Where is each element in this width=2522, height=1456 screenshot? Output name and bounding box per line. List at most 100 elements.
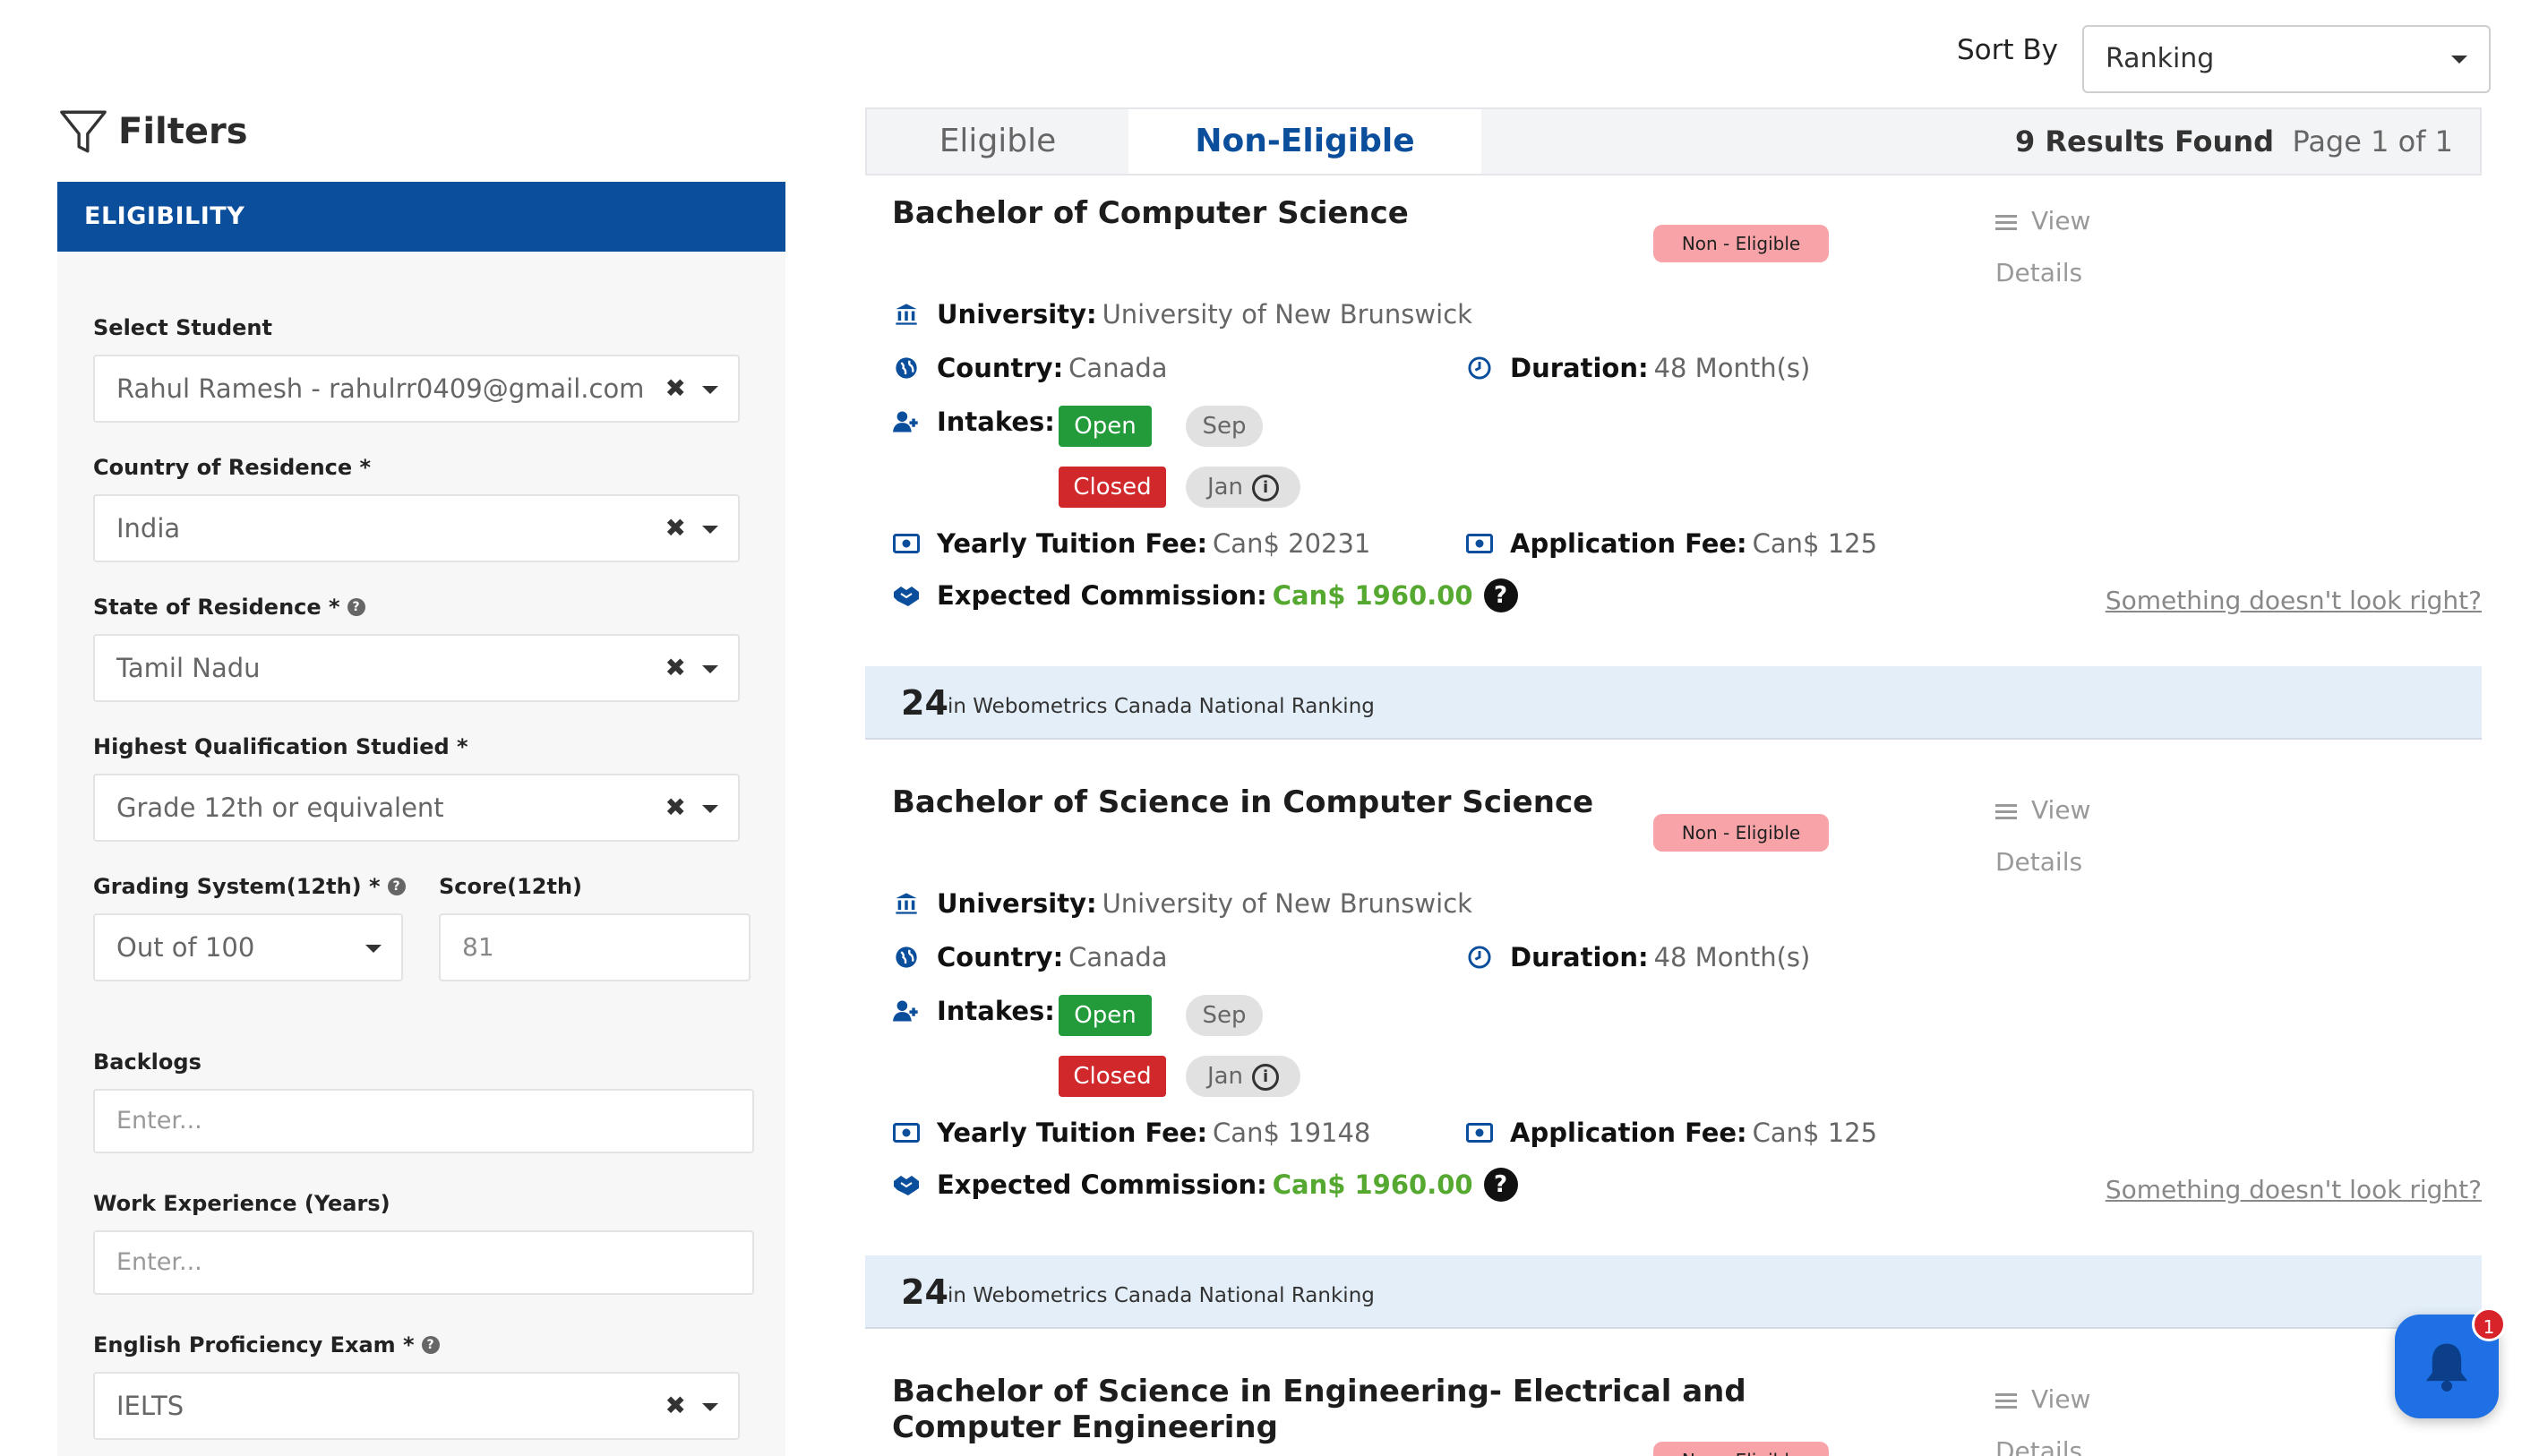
- question-icon[interactable]: ?: [1483, 578, 1518, 612]
- state-of-residence-value: Tamil Nadu: [116, 653, 261, 683]
- intake-closed-badge: Closed: [1059, 467, 1166, 508]
- view-details-link[interactable]: View Details: [1995, 195, 2090, 299]
- report-issue-link[interactable]: Something doesn't look right?: [2106, 586, 2482, 615]
- commission-value: Can$ 1960.00: [1272, 1169, 1473, 1200]
- chevron-down-icon[interactable]: [365, 945, 382, 953]
- english-exam-value: IELTS: [116, 1391, 184, 1421]
- score-input[interactable]: 81: [439, 913, 751, 981]
- country-row: Country: Canada: [892, 353, 1168, 383]
- user-plus-icon: [892, 409, 921, 434]
- program-title[interactable]: Bachelor of Science in Engineering- Elec…: [892, 1374, 1746, 1445]
- bell-icon: [2425, 1343, 2468, 1392]
- duration-row: Duration: 48 Month(s): [1465, 353, 1810, 383]
- work-experience-label-text: Work Experience (Years): [93, 1191, 390, 1216]
- program-title-line: Bachelor of Science in Engineering- Elec…: [892, 1374, 1746, 1409]
- select-student-dropdown[interactable]: Rahul Ramesh - rahulrr0409@gmail.com ✖: [93, 355, 740, 423]
- intake-month-text: Jan: [1206, 474, 1244, 501]
- university-row: University: University of New Brunswick: [892, 888, 1472, 919]
- details-label: Details: [1995, 1436, 2083, 1456]
- report-issue-link[interactable]: Something doesn't look right?: [2106, 1175, 2482, 1204]
- english-exam-dropdown[interactable]: IELTS ✖: [93, 1372, 740, 1440]
- commission-row: Expected Commission: Can$ 1960.00 ?: [892, 1168, 1518, 1202]
- question-icon[interactable]: ?: [1483, 1168, 1518, 1202]
- grading-system-dropdown[interactable]: Out of 100: [93, 913, 403, 981]
- tuition-row: Yearly Tuition Fee: Can$ 19148: [892, 1118, 1370, 1148]
- clear-icon[interactable]: ✖: [665, 496, 686, 561]
- help-icon[interactable]: ?: [421, 1336, 440, 1354]
- eligibility-section-header[interactable]: ELIGIBILITY: [57, 182, 785, 252]
- view-details-link[interactable]: View Details: [1995, 1374, 2090, 1456]
- chevron-down-icon[interactable]: [702, 805, 718, 813]
- rank-text: in Webometrics Canada National Ranking: [948, 695, 1375, 718]
- view-details-link[interactable]: View Details: [1995, 784, 2090, 888]
- view-label: View: [2031, 1384, 2091, 1414]
- ranking-bar: 24 in Webometrics Canada National Rankin…: [865, 1255, 2482, 1329]
- commission-value: Can$ 1960.00: [1272, 580, 1473, 611]
- intake-month-badge: Jan i: [1186, 1056, 1300, 1097]
- program-title[interactable]: Bachelor of Computer Science: [892, 195, 1409, 231]
- country-of-residence-label-text: Country of Residence *: [93, 455, 372, 480]
- chevron-down-icon[interactable]: [702, 665, 718, 673]
- country-row: Country: Canada: [892, 942, 1168, 972]
- application-fee-row: Application Fee: Can$ 125: [1465, 528, 1877, 559]
- score-label-text: Score(12th): [439, 874, 583, 899]
- info-icon[interactable]: i: [1252, 474, 1280, 501]
- notification-button[interactable]: 1: [2395, 1307, 2506, 1418]
- grading-system-label: Grading System(12th) * ?: [93, 874, 406, 899]
- country-label: Country:: [937, 353, 1064, 383]
- money-icon: [1465, 534, 1494, 553]
- clear-icon[interactable]: ✖: [665, 1374, 686, 1438]
- tuition-value: Can$ 19148: [1213, 1118, 1371, 1148]
- intake-open-badge: Open: [1059, 995, 1152, 1036]
- filter-icon: [60, 110, 107, 153]
- grading-system-value: Out of 100: [116, 932, 255, 963]
- highest-qualification-label-text: Highest Qualification Studied *: [93, 734, 468, 759]
- chevron-down-icon[interactable]: [702, 386, 718, 394]
- program-card: Bachelor of Computer Science Non - Eligi…: [865, 176, 2482, 764]
- duration-label: Duration:: [1510, 353, 1649, 383]
- sort-by-label: Sort By: [1957, 34, 2059, 66]
- clock-icon: [1465, 355, 1494, 381]
- tuition-row: Yearly Tuition Fee: Can$ 20231: [892, 528, 1370, 559]
- country-of-residence-label: Country of Residence *: [93, 455, 371, 480]
- state-of-residence-dropdown[interactable]: Tamil Nadu ✖: [93, 634, 740, 702]
- country-of-residence-dropdown[interactable]: India ✖: [93, 494, 740, 562]
- tab-eligible[interactable]: Eligible: [867, 109, 1128, 174]
- tab-non-eligible[interactable]: Non-Eligible: [1128, 109, 1481, 174]
- help-icon[interactable]: ?: [347, 598, 365, 616]
- tuition-value: Can$ 20231: [1213, 528, 1371, 559]
- backlogs-label-text: Backlogs: [93, 1049, 202, 1075]
- country-label: Country:: [937, 942, 1064, 972]
- application-fee-row: Application Fee: Can$ 125: [1465, 1118, 1877, 1148]
- university-value: University of New Brunswick: [1102, 299, 1472, 330]
- chevron-down-icon[interactable]: [702, 526, 718, 534]
- intakes-label: Intakes:: [937, 996, 1055, 1026]
- rank-number: 24: [901, 1272, 948, 1312]
- eligibility-tabs: Eligible Non-Eligible 9 Results Found Pa…: [865, 107, 2482, 176]
- details-label: Details: [1995, 258, 2083, 287]
- highest-qualification-dropdown[interactable]: Grade 12th or equivalent ✖: [93, 774, 740, 842]
- clear-icon[interactable]: ✖: [665, 356, 686, 421]
- status-badge: Non - Eligible: [1653, 1442, 1829, 1456]
- university-label: University:: [937, 888, 1097, 919]
- page-info: Page 1 of 1: [2292, 124, 2453, 158]
- grading-system-label-text: Grading System(12th) *: [93, 874, 381, 899]
- chevron-down-icon[interactable]: [2451, 56, 2467, 64]
- view-label: View: [2031, 206, 2091, 236]
- sort-by-dropdown[interactable]: Ranking: [2082, 25, 2491, 93]
- duration-label: Duration:: [1510, 942, 1649, 972]
- handshake-icon: [892, 583, 921, 608]
- chevron-down-icon[interactable]: [702, 1403, 718, 1411]
- intakes-label: Intakes:: [937, 407, 1055, 437]
- help-icon[interactable]: ?: [387, 878, 406, 895]
- info-icon[interactable]: i: [1252, 1063, 1280, 1091]
- clear-icon[interactable]: ✖: [665, 775, 686, 840]
- results-count: 9 Results Found: [2014, 124, 2274, 158]
- clear-icon[interactable]: ✖: [665, 636, 686, 700]
- intakes-row: Intakes:: [892, 996, 1060, 1026]
- rank-number: 24: [901, 683, 948, 723]
- work-experience-input[interactable]: Enter...: [93, 1230, 754, 1295]
- program-title[interactable]: Bachelor of Science in Computer Science: [892, 784, 1593, 820]
- backlogs-input[interactable]: Enter...: [93, 1089, 754, 1153]
- details-label: Details: [1995, 847, 2083, 877]
